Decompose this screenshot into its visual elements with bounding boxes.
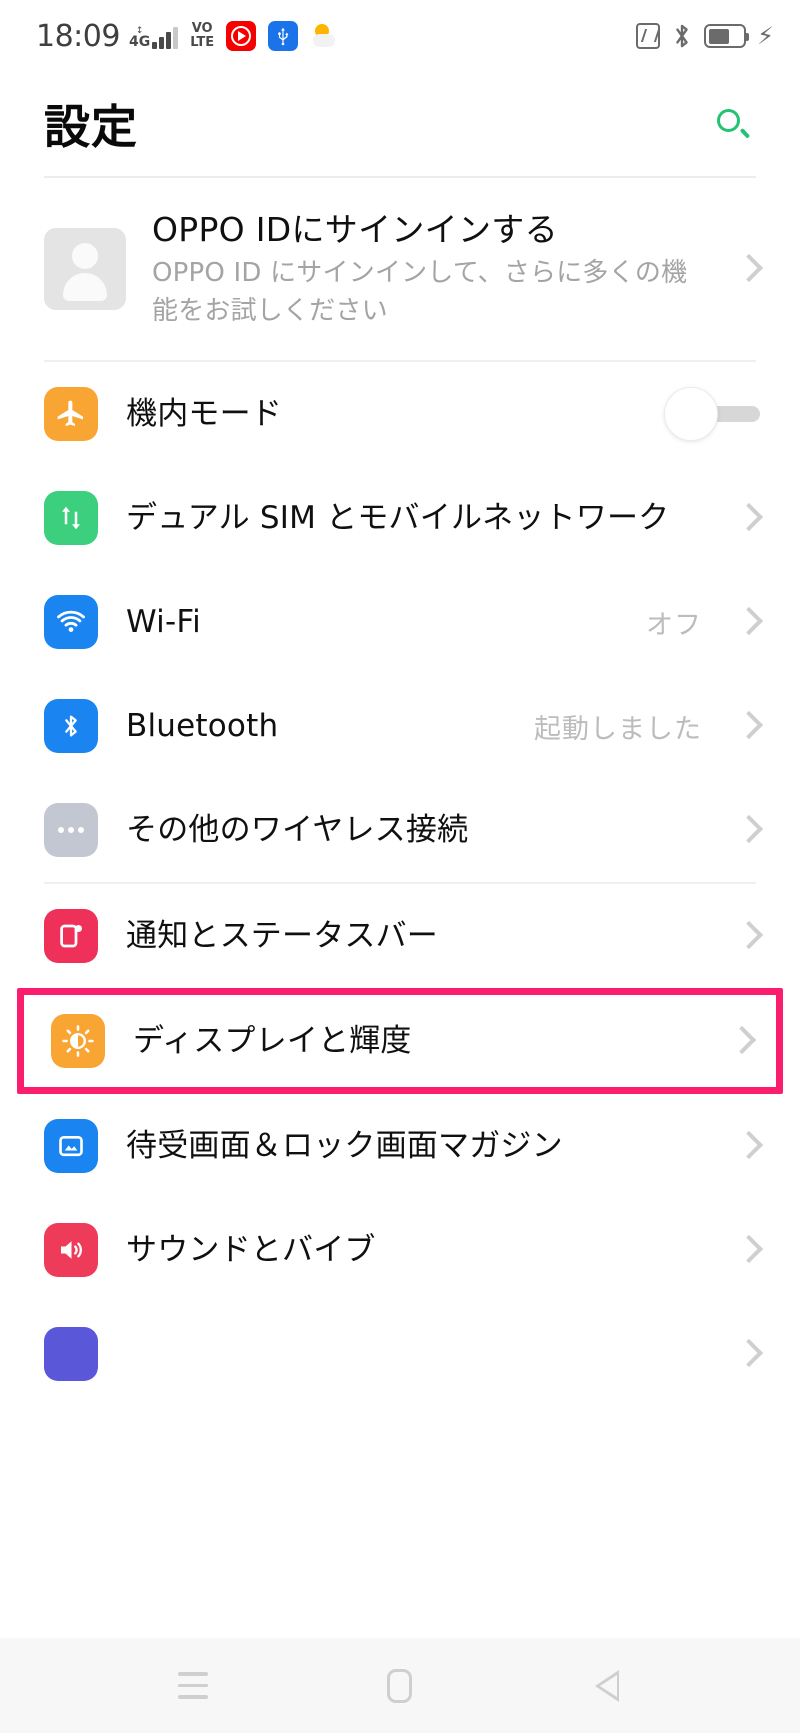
phone-screen: 18:09 ↕ 4G VO LTE ⚡ 設定 OPPO IDにサインインする O… xyxy=(0,0,800,1733)
row-bluetooth[interactable]: Bluetooth 起動しました xyxy=(0,674,800,778)
chevron-right-icon xyxy=(738,1232,760,1268)
chevron-right-icon xyxy=(738,604,760,640)
row-label: サウンドとバイブ xyxy=(126,1232,376,1268)
row-dual-sim[interactable]: デュアル SIM とモバイルネットワーク xyxy=(0,466,800,570)
page-title: 設定 xyxy=(44,100,138,154)
back-button[interactable] xyxy=(572,1651,642,1721)
row-label: その他のワイヤレス接続 xyxy=(126,812,469,848)
account-subtitle: OPPO ID にサインインして、さらに多くの機能をお試しください xyxy=(152,258,688,326)
ellipsis-icon xyxy=(44,803,98,857)
chevron-right-icon xyxy=(738,500,760,536)
row-label: 待受画面＆ロック画面マガジン xyxy=(126,1128,563,1164)
navigation-bar xyxy=(0,1638,800,1733)
signal-strength-bars xyxy=(152,27,179,49)
row-value: 起動しました xyxy=(534,713,702,745)
chevron-right-icon xyxy=(738,918,760,954)
group-device: 通知とステータスバー ディスプレイと輝度 待受画面＆ロック画面マガジン サウンド… xyxy=(0,884,800,1406)
recents-button[interactable] xyxy=(158,1651,228,1721)
row-sound-vibration[interactable]: サウンドとバイブ xyxy=(0,1198,800,1302)
home-icon xyxy=(387,1668,413,1703)
row-display-brightness[interactable]: ディスプレイと輝度 xyxy=(24,995,776,1087)
airplane-icon xyxy=(44,387,98,441)
row-label: 機内モード xyxy=(126,396,282,432)
nfc-icon xyxy=(636,23,661,49)
chevron-right-icon xyxy=(738,708,760,744)
data-transfer-icon xyxy=(44,491,98,545)
usb-icon xyxy=(268,21,299,51)
notification-icon xyxy=(44,909,98,963)
speaker-icon xyxy=(44,1223,98,1277)
search-button[interactable] xyxy=(704,96,760,152)
row-label: デュアル SIM とモバイルネットワーク xyxy=(126,500,670,536)
chevron-right-icon xyxy=(731,1023,753,1059)
status-clock: 18:09 xyxy=(36,18,120,54)
apps-icon xyxy=(44,1327,98,1381)
chevron-right-icon xyxy=(738,251,760,287)
row-wifi[interactable]: Wi-Fi オフ xyxy=(0,570,800,674)
account-signin-row[interactable]: OPPO IDにサインインする OPPO ID にサインインして、さらに多くの機… xyxy=(0,178,800,360)
bluetooth-icon xyxy=(44,699,98,753)
airplane-mode-toggle[interactable] xyxy=(664,387,760,441)
row-notifications-status-bar[interactable]: 通知とステータスバー xyxy=(0,884,800,988)
row-partial-next[interactable] xyxy=(0,1302,800,1406)
signal-bars-icon: ↕ 4G xyxy=(128,21,179,51)
battery-icon xyxy=(704,24,750,48)
bluetooth-icon xyxy=(676,24,688,48)
volte-icon: VO LTE xyxy=(190,21,215,50)
group-connectivity: 機内モード デュアル SIM とモバイルネットワーク Wi-Fi オフ Blue… xyxy=(0,362,800,882)
row-value: オフ xyxy=(646,609,702,641)
row-wallpaper-lockscreen[interactable]: 待受画面＆ロック画面マガジン xyxy=(0,1094,800,1198)
page-header: 設定 xyxy=(0,72,800,176)
account-text: OPPO IDにサインインする OPPO ID にサインインして、さらに多くの機… xyxy=(152,208,712,330)
highlight-box-display-brightness: ディスプレイと輝度 xyxy=(17,988,783,1094)
home-button[interactable] xyxy=(365,1651,435,1721)
account-title: OPPO IDにサインインする xyxy=(152,210,558,249)
chevron-right-icon xyxy=(738,1336,760,1372)
status-bar-right: ⚡ xyxy=(636,21,774,51)
recents-menu-icon xyxy=(178,1672,209,1699)
search-icon xyxy=(717,109,750,139)
status-bar-left: 18:09 ↕ 4G VO LTE xyxy=(36,18,341,54)
status-bar: 18:09 ↕ 4G VO LTE ⚡ xyxy=(0,0,800,72)
row-label: Bluetooth xyxy=(126,708,279,744)
weather-icon xyxy=(310,21,341,51)
wifi-icon xyxy=(44,595,98,649)
youtube-icon xyxy=(226,21,257,51)
person-avatar-icon xyxy=(44,228,126,310)
chevron-right-icon xyxy=(738,812,760,848)
back-icon xyxy=(594,1669,619,1702)
row-airplane-mode[interactable]: 機内モード xyxy=(0,362,800,466)
network-type-label: ↕ 4G xyxy=(128,26,151,50)
brightness-icon xyxy=(51,1014,105,1068)
charging-bolt-icon: ⚡ xyxy=(757,22,774,50)
row-other-wireless[interactable]: その他のワイヤレス接続 xyxy=(0,778,800,882)
chevron-right-icon xyxy=(738,1128,760,1164)
settings-list[interactable]: OPPO IDにサインインする OPPO ID にサインインして、さらに多くの機… xyxy=(0,176,800,1638)
row-label: ディスプレイと輝度 xyxy=(133,1023,412,1059)
row-label: Wi-Fi xyxy=(126,604,201,640)
wallpaper-icon xyxy=(44,1119,98,1173)
row-label: 通知とステータスバー xyxy=(126,918,438,954)
